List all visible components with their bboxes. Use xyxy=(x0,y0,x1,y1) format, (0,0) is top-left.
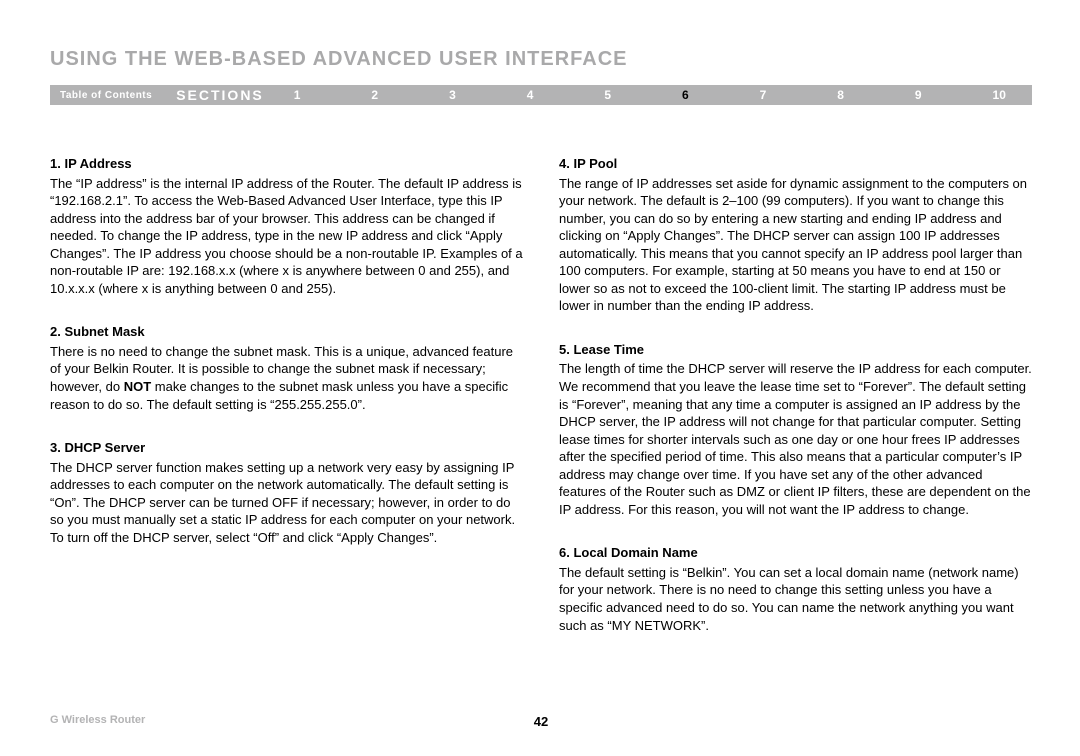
document-page: USING THE WEB-BASED ADVANCED USER INTERF… xyxy=(0,0,1080,756)
section-link-10[interactable]: 10 xyxy=(987,86,1012,104)
page-footer: G Wireless Router 42 xyxy=(50,714,1032,726)
heading-subnet-mask: 2. Subnet Mask xyxy=(50,323,523,341)
page-title: USING THE WEB-BASED ADVANCED USER INTERF… xyxy=(50,48,1032,71)
heading-local-domain-name: 6. Local Domain Name xyxy=(559,544,1032,562)
section-nav-bar: Table of Contents SECTIONS 1 2 3 4 5 6 7… xyxy=(50,85,1032,105)
body-lease-time: The length of time the DHCP server will … xyxy=(559,360,1032,518)
section-link-5[interactable]: 5 xyxy=(598,86,617,104)
body-subnet-mask-bold: NOT xyxy=(124,379,151,394)
section-link-6[interactable]: 6 xyxy=(676,86,695,104)
heading-ip-address: 1. IP Address xyxy=(50,155,523,173)
body-dhcp-server: The DHCP server function makes setting u… xyxy=(50,459,523,547)
content-columns: 1. IP Address The “IP address” is the in… xyxy=(50,155,1032,660)
heading-ip-pool: 4. IP Pool xyxy=(559,155,1032,173)
body-subnet-mask: There is no need to change the subnet ma… xyxy=(50,343,523,413)
footer-page-number: 42 xyxy=(50,714,1032,729)
section-link-7[interactable]: 7 xyxy=(754,86,773,104)
body-ip-address: The “IP address” is the internal IP addr… xyxy=(50,175,523,298)
section-link-8[interactable]: 8 xyxy=(831,86,850,104)
sections-label: SECTIONS xyxy=(176,87,264,103)
heading-dhcp-server: 3. DHCP Server xyxy=(50,439,523,457)
section-link-3[interactable]: 3 xyxy=(443,86,462,104)
heading-lease-time: 5. Lease Time xyxy=(559,341,1032,359)
left-column: 1. IP Address The “IP address” is the in… xyxy=(50,155,523,660)
section-link-1[interactable]: 1 xyxy=(288,86,307,104)
section-link-9[interactable]: 9 xyxy=(909,86,928,104)
section-link-2[interactable]: 2 xyxy=(365,86,384,104)
body-ip-pool: The range of IP addresses set aside for … xyxy=(559,175,1032,315)
toc-link[interactable]: Table of Contents xyxy=(60,90,152,101)
right-column: 4. IP Pool The range of IP addresses set… xyxy=(559,155,1032,660)
body-local-domain-name: The default setting is “Belkin”. You can… xyxy=(559,564,1032,634)
section-link-4[interactable]: 4 xyxy=(521,86,540,104)
section-numbers: 1 2 3 4 5 6 7 8 9 10 xyxy=(288,86,1022,104)
